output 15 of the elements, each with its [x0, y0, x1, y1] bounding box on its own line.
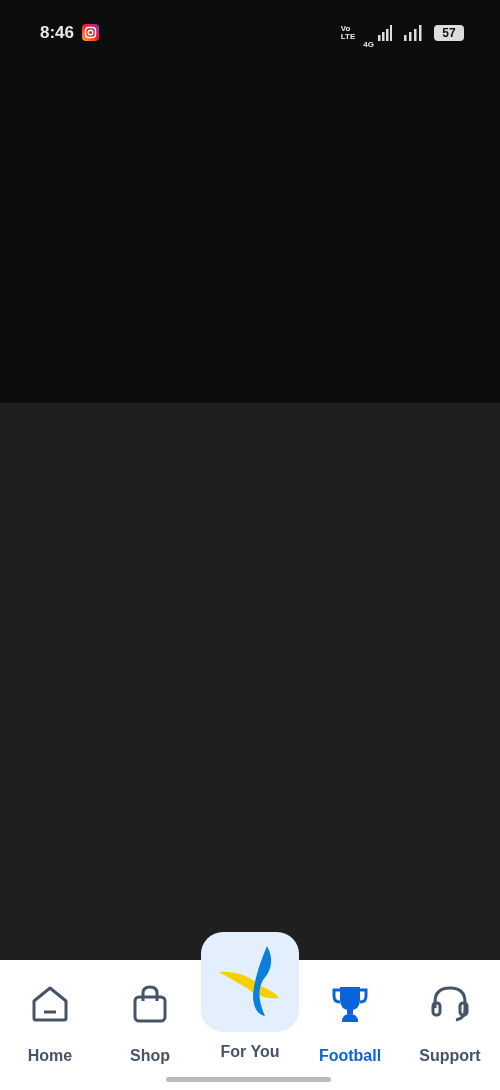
network-label: 4G [363, 40, 374, 49]
nav-tab[interactable]: Support [400, 968, 500, 1068]
network-label: Vo [340, 24, 352, 33]
battery-icon: 57 [434, 24, 464, 41]
home-icon [30, 984, 70, 1024]
signal-icon [404, 24, 422, 41]
headset-icon [430, 984, 470, 1024]
network-label: LTE [340, 32, 356, 41]
nav-tab[interactable]: Shop [100, 968, 200, 1068]
nav-tab[interactable]: Home [0, 968, 100, 1068]
trophy-icon [330, 984, 370, 1024]
nav-tab[interactable]: Football [300, 968, 400, 1068]
signal-icon [378, 24, 392, 41]
camera-app-icon [82, 24, 100, 41]
status-time: 8:46 [40, 21, 75, 44]
